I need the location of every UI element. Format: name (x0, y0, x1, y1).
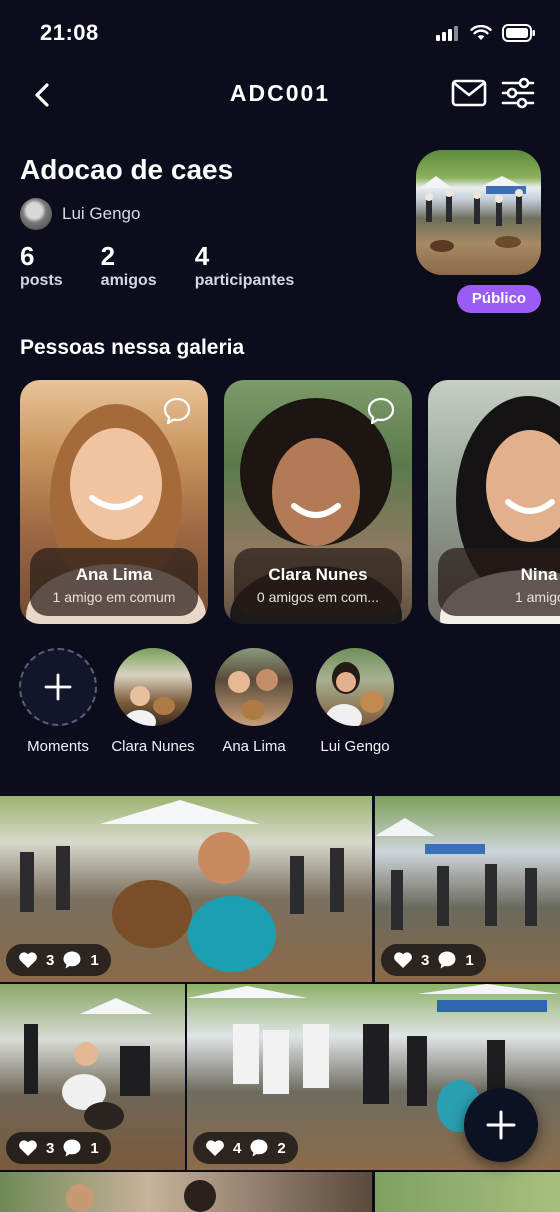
gallery-stats: 6 posts 2 amigos 4 participantes (20, 240, 332, 290)
post-photo (66, 1180, 216, 1212)
moment-item[interactable]: Clara Nunes (98, 648, 208, 755)
status-icons (436, 24, 536, 42)
status-bar: 21:08 (0, 0, 560, 66)
person-card[interactable]: Nina Cas 1 amigo em c (428, 380, 560, 624)
moment-label: Clara Nunes (111, 738, 195, 755)
heart-icon[interactable] (18, 951, 38, 969)
post-tile[interactable]: 3 1 (0, 796, 372, 982)
moment-item[interactable]: Ana Lima (199, 648, 309, 755)
comment-icon[interactable] (249, 1138, 269, 1158)
comment-count: 2 (277, 1139, 286, 1157)
stat-label: posts (20, 272, 63, 289)
post-counts: 4 2 (193, 1132, 298, 1164)
heart-icon[interactable] (205, 1139, 225, 1157)
add-moment-button[interactable] (19, 648, 97, 726)
post-tile[interactable]: 3 1 (0, 984, 185, 1170)
stat-posts[interactable]: 6 posts (20, 240, 63, 290)
signal-icon (436, 26, 458, 41)
person-name: Ana Lima (75, 565, 153, 584)
battery-icon (502, 24, 535, 42)
comment-icon[interactable] (62, 950, 82, 970)
like-count: 4 (233, 1139, 242, 1157)
filter-icon[interactable] (500, 76, 536, 110)
visibility-badge[interactable]: Público (457, 285, 541, 313)
gallery-owner[interactable]: Lui Gengo (20, 198, 140, 230)
moment-label: Ana Lima (222, 738, 286, 755)
mutual-friends: 0 amigos em com... (256, 589, 380, 605)
stat-label: participantes (194, 272, 295, 289)
moment-item[interactable]: Lui Gengo (300, 648, 410, 755)
chat-bubble-icon[interactable] (162, 396, 192, 426)
person-card[interactable]: Clara Nunes 0 amigos em com... (224, 380, 412, 624)
post-counts: 3 1 (6, 1132, 111, 1164)
moment-avatar (316, 648, 394, 726)
top-nav: ADC001 (0, 70, 560, 120)
person-name: Nina Cas (520, 565, 560, 584)
comment-count: 1 (90, 951, 99, 969)
mutual-friends: 1 amigo em comum (52, 589, 176, 605)
add-post-button[interactable] (464, 1088, 538, 1162)
post-tile[interactable] (0, 1172, 372, 1212)
heart-icon[interactable] (393, 951, 413, 969)
people-carousel[interactable]: Ana Lima 1 amigo em comum Clara Nunes 0 … (20, 380, 560, 624)
person-info-plate: Nina Cas 1 amigo em c (438, 548, 560, 616)
moment-avatar (215, 648, 293, 726)
stat-participants[interactable]: 4 participantes (195, 240, 295, 290)
heart-icon[interactable] (18, 1139, 38, 1157)
moment-avatar (114, 648, 192, 726)
moment-label: Lui Gengo (320, 738, 390, 755)
post-tile[interactable]: 3 1 (375, 796, 560, 982)
owner-avatar (20, 198, 52, 230)
mail-icon[interactable] (451, 78, 487, 108)
people-section-title: Pessoas nessa galeria (20, 336, 245, 359)
like-count: 3 (46, 1139, 55, 1157)
stat-value: 2 (100, 241, 116, 271)
post-counts: 3 1 (381, 944, 486, 976)
plus-icon (44, 673, 72, 701)
comment-count: 1 (90, 1139, 99, 1157)
like-count: 3 (46, 951, 55, 969)
post-tile[interactable] (375, 1172, 560, 1212)
person-info-plate: Ana Lima 1 amigo em comum (30, 548, 198, 616)
owner-name: Lui Gengo (62, 204, 141, 223)
cover-photo (420, 176, 526, 252)
post-counts: 3 1 (6, 944, 111, 976)
stat-value: 6 (20, 241, 35, 271)
wifi-icon (470, 25, 492, 40)
plus-icon (486, 1110, 516, 1140)
person-info-plate: Clara Nunes 0 amigos em com... (234, 548, 402, 616)
comment-icon[interactable] (62, 1138, 82, 1158)
moments-row: Moments Clara Nunes Ana Lima Lui Gengo (0, 648, 560, 758)
stat-label: amigos (100, 272, 157, 289)
comment-icon[interactable] (437, 950, 457, 970)
moment-label: Moments (27, 738, 89, 755)
stat-value: 4 (194, 241, 210, 271)
chat-bubble-icon[interactable] (366, 396, 396, 426)
person-card[interactable]: Ana Lima 1 amigo em comum (20, 380, 208, 624)
gallery-name: Adocao de caes (20, 154, 234, 185)
like-count: 3 (421, 951, 430, 969)
stat-friends[interactable]: 2 amigos (101, 240, 157, 290)
person-name: Clara Nunes (268, 565, 368, 584)
comment-count: 1 (465, 951, 474, 969)
mutual-friends: 1 amigo em c (514, 589, 560, 605)
gallery-cover-image[interactable] (416, 150, 541, 275)
status-time: 21:08 (40, 20, 99, 45)
moment-add[interactable]: Moments (3, 648, 113, 755)
